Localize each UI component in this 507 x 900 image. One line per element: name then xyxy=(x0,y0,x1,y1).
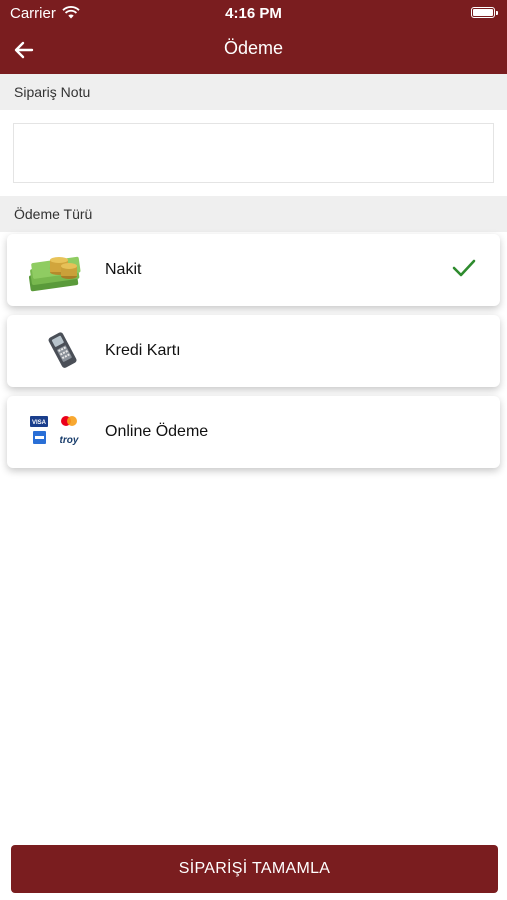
order-note-input[interactable] xyxy=(14,124,493,182)
visa-logo: VISA xyxy=(32,420,47,426)
payment-option-label: Nakit xyxy=(105,261,142,278)
clock: 4:16 PM xyxy=(225,5,282,22)
card-brands-icon: VISA troy xyxy=(25,408,87,456)
payment-option-label: Online Ödeme xyxy=(105,423,209,440)
complete-order-button[interactable]: SİPARİŞİ TAMAMLA xyxy=(11,845,498,893)
cash-icon xyxy=(25,246,87,294)
card-terminal-icon xyxy=(25,327,87,375)
payment-option-label: Kredi Kartı xyxy=(105,342,181,359)
page-title: Ödeme xyxy=(223,38,284,58)
status-bar: Carrier 4:16 PM xyxy=(0,0,507,28)
order-note-header: Sipariş Notu xyxy=(0,74,507,110)
payment-option-online[interactable]: VISA troy Online Ödeme xyxy=(7,396,500,468)
order-note-field[interactable] xyxy=(13,123,494,183)
troy-logo: troy xyxy=(60,435,79,446)
top-bar: Carrier 4:16 PM Ödeme xyxy=(0,0,507,74)
battery-icon xyxy=(471,7,498,18)
payment-option-credit-card[interactable]: Kredi Kartı xyxy=(7,315,500,387)
payment-type-header: Ödeme Türü xyxy=(0,196,507,232)
payment-option-cash[interactable]: Nakit xyxy=(7,234,500,306)
checkmark-icon xyxy=(452,258,476,283)
